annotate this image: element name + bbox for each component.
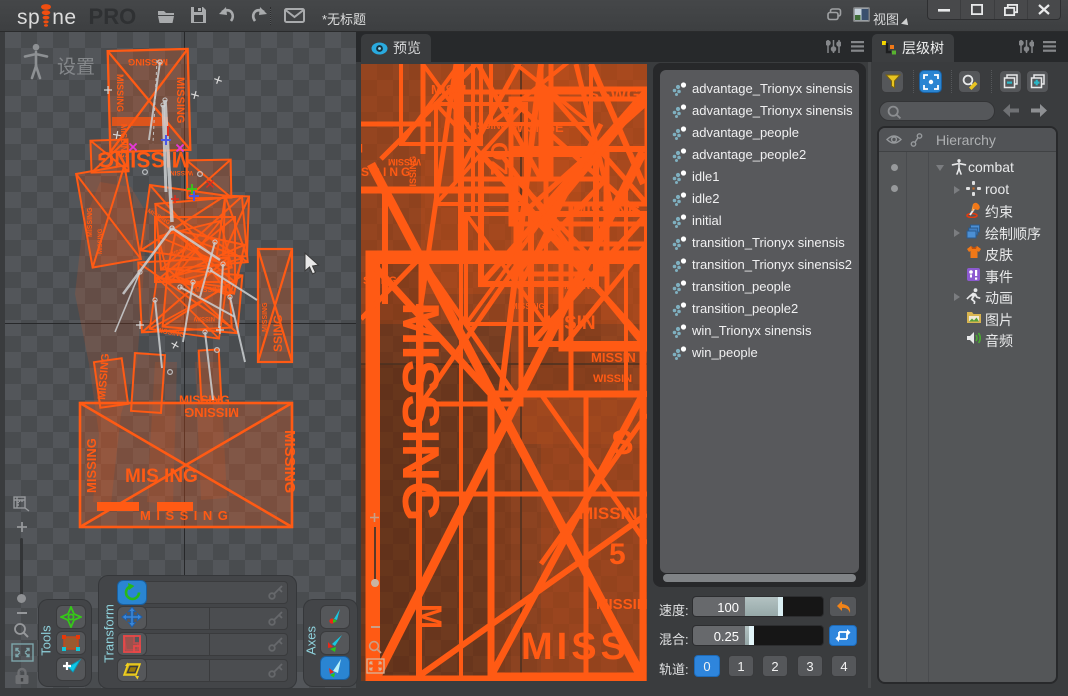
svg-text:OZ: OZ xyxy=(485,142,512,175)
svg-text:MISSIN: MISSIN xyxy=(579,504,638,523)
svg-text:WISNGE: WISNGE xyxy=(511,120,564,135)
svg-text:MISSING: MISSING xyxy=(87,207,94,237)
svg-text:MISSING: MISSING xyxy=(281,430,298,493)
svg-text:MISSING: MISSING xyxy=(262,302,269,332)
svg-text:WISSIM: WISSIM xyxy=(388,157,421,167)
svg-text:MISSIN: MISSIN xyxy=(591,350,636,365)
svg-text:NISSIM: NISSIM xyxy=(387,671,456,681)
svg-text:SSING: SSING xyxy=(363,275,397,287)
svg-text:MISS: MISS xyxy=(521,626,630,668)
svg-text:MISSING: MISSING xyxy=(179,393,230,407)
svg-text:MISSING: MISSING xyxy=(174,77,186,123)
svg-text:M: M xyxy=(414,604,447,629)
svg-text:WISSIN: WISSIN xyxy=(593,373,632,385)
svg-text:MISSI: MISSI xyxy=(431,82,466,97)
svg-text:MISSING: MISSING xyxy=(98,228,104,254)
svg-text:ISSIM: ISSIM xyxy=(361,141,363,155)
svg-text:MISSING: MISSING xyxy=(84,438,99,493)
svg-text:SSING: SSING xyxy=(271,315,285,352)
svg-text:MISSING: MISSING xyxy=(466,121,508,132)
svg-text:ISSIN: ISSIN xyxy=(546,313,596,334)
svg-text:S: S xyxy=(611,424,634,462)
svg-text:MIS ING: MIS ING xyxy=(125,466,198,487)
svg-text:MISSING: MISSING xyxy=(559,281,597,291)
svg-text:ISSWG: ISSWG xyxy=(583,85,640,104)
svg-text:MISSING: MISSING xyxy=(573,203,641,220)
svg-text:MISSING: MISSING xyxy=(511,302,545,311)
svg-text:MISSIN: MISSIN xyxy=(596,596,647,613)
svg-text:5: 5 xyxy=(609,538,626,571)
svg-text:WISSIN: WISSIN xyxy=(170,169,193,176)
svg-text:MISSING: MISSING xyxy=(184,405,239,420)
svg-text:MISSING: MISSING xyxy=(391,302,449,522)
svg-text:NISSIW: NISSIW xyxy=(193,315,215,321)
svg-text:MISSING: MISSING xyxy=(115,74,125,112)
